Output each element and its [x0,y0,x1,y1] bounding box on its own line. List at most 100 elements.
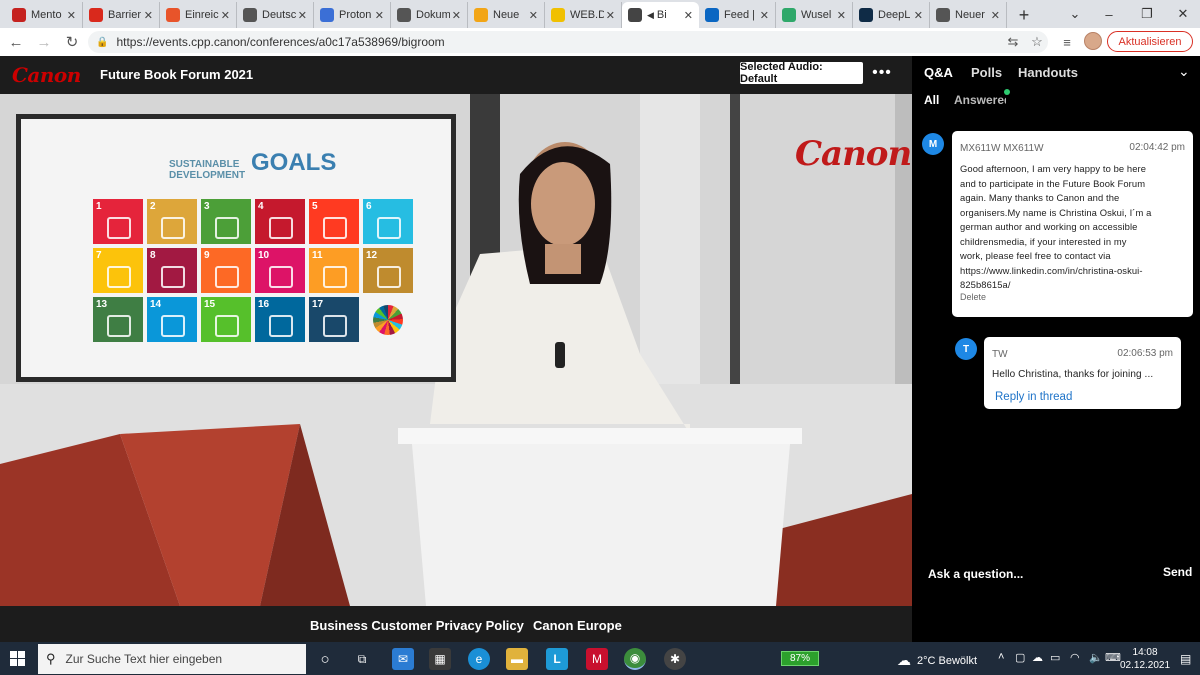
close-tab-icon[interactable]: ✕ [914,9,923,22]
cloud-icon: ☁ [897,652,911,668]
reload-icon[interactable]: ↻ [60,30,84,54]
tab-search-icon[interactable]: ⌄ [1056,0,1094,28]
proton-icon [320,8,334,22]
onedrive-icon[interactable]: ☁ [1032,651,1043,664]
chrome-taskbar-icon[interactable]: ◉ [624,648,646,670]
tab-handouts[interactable]: Handouts [1018,65,1078,80]
battery-indicator[interactable]: 87% [781,651,819,666]
close-window-icon[interactable]: ✕ [1164,0,1200,28]
minimize-icon[interactable]: – [1090,0,1128,28]
acrobat-icon [89,8,103,22]
store-icon[interactable]: ▦ [429,648,451,670]
restore-icon[interactable]: ❐ [1128,0,1166,28]
close-tab-icon[interactable]: ✕ [991,9,1000,22]
web-de-icon [551,8,565,22]
privacy-policy-link[interactable]: Business Customer Privacy Policy [310,618,524,633]
tab-qa[interactable]: Q&A [924,65,953,80]
device-icon[interactable]: ▢ [1015,651,1025,664]
file-explorer-icon[interactable]: ▬ [506,648,528,670]
browser-tab[interactable]: ◀ Bi ✕ [622,2,699,28]
browser-tab[interactable]: Feed | ✕ [699,2,776,28]
keyboard-icon[interactable]: ⌨ [1105,651,1121,664]
browser-tab[interactable]: WEB.D ✕ [545,2,622,28]
new-tab-button[interactable]: + [1011,2,1037,28]
close-tab-icon[interactable]: ✕ [221,9,230,22]
send-button[interactable]: Send [1163,565,1192,579]
close-tab-icon[interactable]: ✕ [144,9,153,22]
browser-tab[interactable]: Barrier ✕ [83,2,160,28]
browser-tab[interactable]: Dokum ✕ [391,2,468,28]
weather-widget[interactable]: ☁ 2°C Bewölkt [897,652,977,669]
translate-icon[interactable]: ⇆ [1004,33,1022,51]
browser-tab-title: Neue [493,9,520,21]
delete-link[interactable]: Delete [960,292,986,302]
close-tab-icon[interactable]: ✕ [684,9,693,22]
back-icon[interactable]: ← [4,30,28,54]
l-app-icon[interactable]: L [546,648,568,670]
w-icon [782,8,796,22]
browser-tab[interactable]: Deutsc ✕ [237,2,314,28]
question-card: TW 02:06:53 pm Hello Christina, thanks f… [984,337,1181,409]
browser-tab[interactable]: Proton ✕ [314,2,391,28]
browser-tab[interactable]: DeepL ✕ [853,2,930,28]
close-tab-icon[interactable]: ✕ [298,9,307,22]
browser-tab[interactable]: Neue ✕ [468,2,545,28]
notifications-icon[interactable]: ▤ [1180,652,1191,666]
close-tab-icon[interactable]: ✕ [529,9,538,22]
reading-list-icon[interactable]: ≡ [1058,33,1076,51]
task-view-icon[interactable]: ⧉ [351,648,373,670]
close-tab-icon[interactable]: ✕ [67,9,76,22]
canon-europe-link[interactable]: Canon Europe [533,618,622,633]
volume-icon[interactable]: 🔈 [1089,651,1103,664]
message-author: MX611W MX611W [960,143,1044,154]
wall-canon-logo: Canon [795,134,912,174]
subtab-answered[interactable]: Answered [954,93,1006,107]
chevron-down-icon[interactable]: ⌄ [1178,63,1190,80]
sdg-tile: 17 [309,297,359,342]
close-tab-icon[interactable]: ✕ [452,9,461,22]
tab-polls[interactable]: Polls [971,65,1002,80]
avatar: T [955,338,977,360]
event-page: Canon Future Book Forum 2021 Selected Au… [0,56,1200,642]
browser-tab-title: Deutsc [262,9,296,21]
close-tab-icon[interactable]: ✕ [375,9,384,22]
clock-time: 14:08 [1132,647,1158,658]
show-hidden-icons-icon[interactable]: ˄ [998,651,1004,663]
mcafee-icon[interactable]: M [586,648,608,670]
subtab-all[interactable]: All [924,93,939,107]
system-clock[interactable]: 14:08 02.12.2021 [1120,646,1170,672]
message-line: 825b8615a/ [960,279,1011,290]
browser-tab[interactable]: Mento ✕ [6,2,83,28]
more-options-icon[interactable]: ••• [870,62,894,84]
audio-select-button[interactable]: Selected Audio: Default [740,61,863,85]
taskbar-search-input[interactable]: ⚲ Zur Suche Text hier eingeben [38,644,306,674]
close-tab-icon[interactable]: ✕ [837,9,846,22]
mail-icon[interactable]: ✉ [392,648,414,670]
sdg-wheel-icon [373,305,403,335]
sdg-heading-line2: DEVELOPMENT [169,170,246,181]
close-tab-icon[interactable]: ✕ [760,9,769,22]
bookmark-star-icon[interactable]: ☆ [1028,33,1046,51]
power-icon[interactable]: ▭ [1050,651,1060,664]
network-icon[interactable]: ◠ [1070,651,1080,664]
slack-icon[interactable]: ✱ [664,648,686,670]
clock-date: 02.12.2021 [1120,660,1171,671]
lock-icon: 🔒 [96,36,109,48]
message-time: 02:06:53 pm [1117,348,1173,359]
address-bar[interactable]: 🔒 https://events.cpp.canon/conferences/a… [88,31,1048,53]
close-tab-icon[interactable]: ✕ [606,9,615,22]
windows-start-icon[interactable] [10,651,25,666]
browser-tab-title: Mento [31,9,62,21]
cortana-icon[interactable]: ○ [314,648,336,670]
browser-tab[interactable]: Neuer ✕ [930,2,1007,28]
forward-icon[interactable]: → [32,30,56,54]
video-stream[interactable]: SUSTAINABLE DEVELOPMENT GOALS 1234567891… [0,94,912,606]
edge-icon[interactable]: e [468,648,490,670]
browser-tab[interactable]: Wusel ✕ [776,2,853,28]
update-button[interactable]: Aktualisieren [1107,31,1193,52]
reply-in-thread-link[interactable]: Reply in thread [995,391,1072,403]
sdg-heading-line1: SUSTAINABLE [169,159,240,170]
ask-question-input[interactable]: Ask a question... [928,567,1023,581]
profile-avatar[interactable] [1084,32,1102,50]
browser-tab[interactable]: Einreic ✕ [160,2,237,28]
